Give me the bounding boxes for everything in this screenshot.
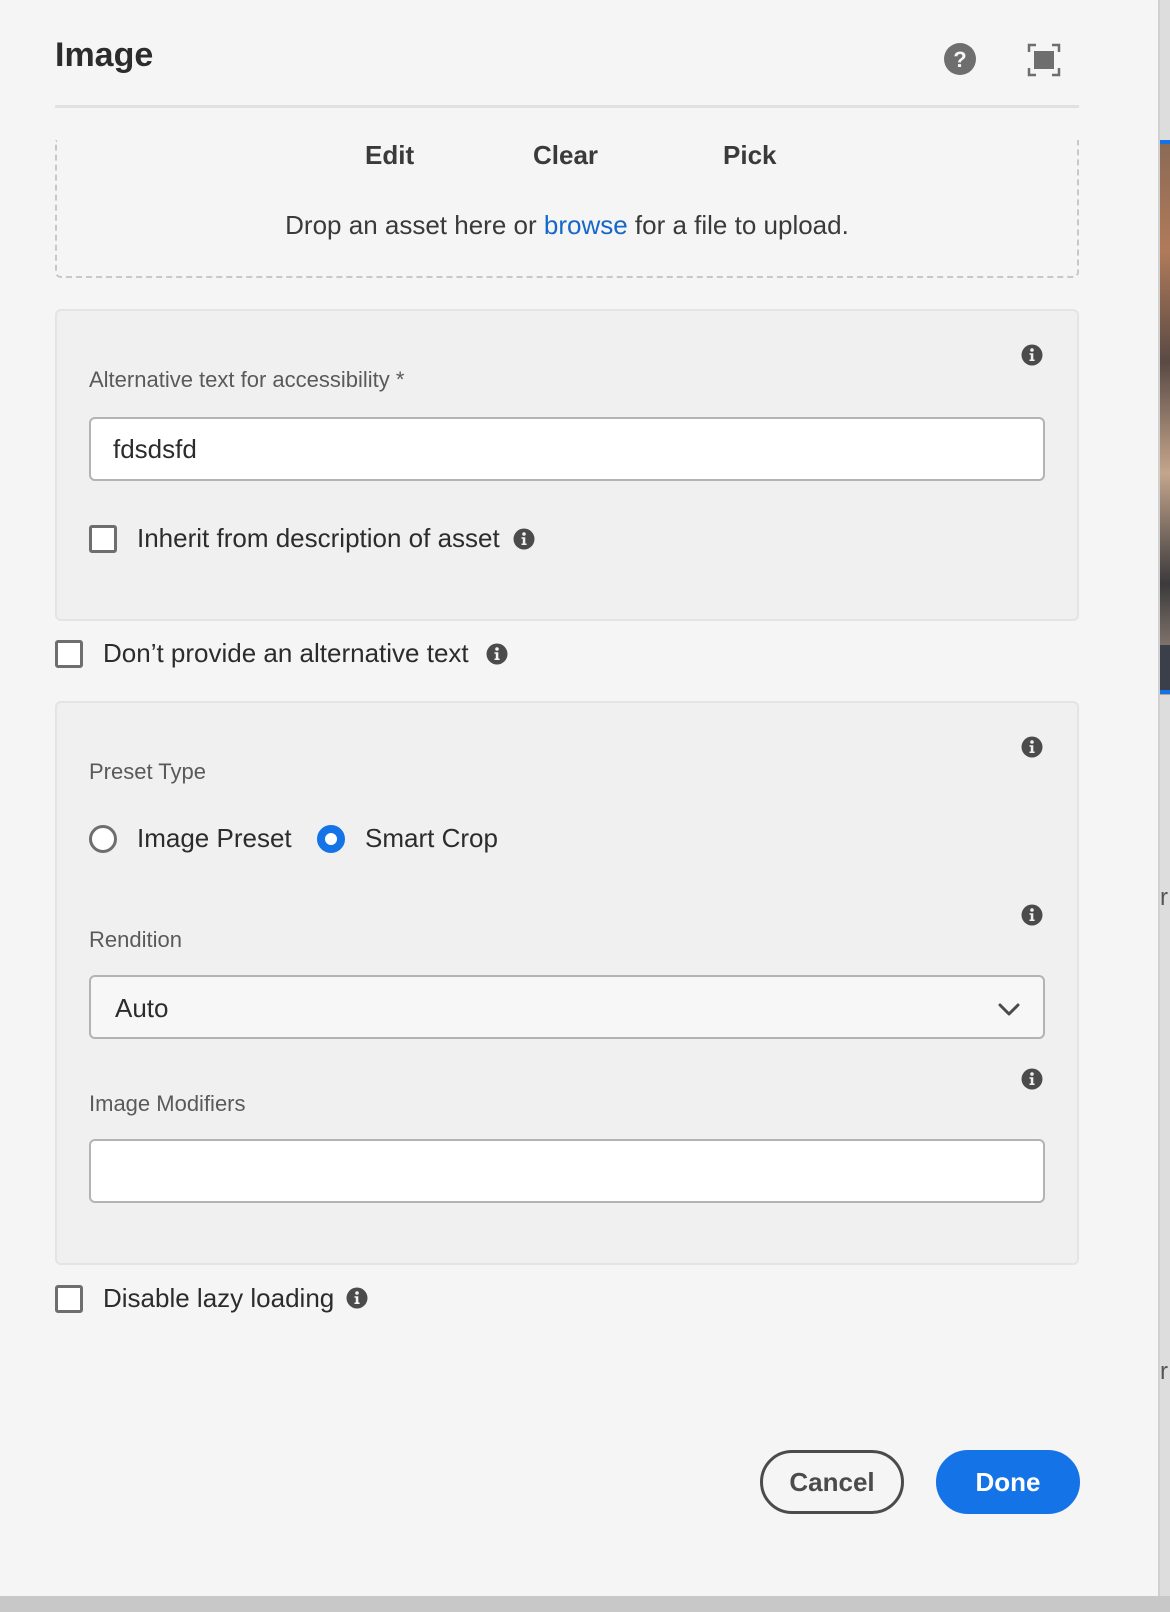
inherit-description-label[interactable]: Inherit from description of asset — [137, 523, 500, 554]
dropzone-text-after: for a file to upload. — [627, 210, 849, 240]
background-text-fragment: r — [1160, 1358, 1168, 1385]
info-icon[interactable] — [1021, 904, 1043, 926]
preset-panel: Preset Type Image Preset Smart Crop Rend… — [55, 701, 1079, 1265]
alt-text-input[interactable] — [89, 417, 1045, 481]
rendition-select[interactable]: Auto — [89, 975, 1045, 1039]
rendition-selected-value: Auto — [115, 993, 169, 1023]
asset-dropzone[interactable]: Edit Clear Pick Drop an asset here or br… — [55, 140, 1079, 278]
window-bottom-edge — [0, 1596, 1170, 1612]
info-icon[interactable] — [346, 1287, 368, 1309]
fullscreen-icon[interactable] — [1027, 43, 1061, 77]
info-icon[interactable] — [513, 528, 535, 550]
chevron-down-icon — [998, 1003, 1020, 1016]
image-preset-radio[interactable] — [89, 825, 117, 853]
image-dialog: Image ? Edit Clear Pick Drop an asset he… — [0, 0, 1160, 1596]
no-alt-text-label[interactable]: Don’t provide an alternative text — [103, 638, 469, 669]
preset-type-label: Preset Type — [89, 759, 206, 784]
dialog-title: Image — [55, 36, 154, 74]
pick-button[interactable]: Pick — [723, 140, 777, 171]
background-selection-top — [1160, 140, 1170, 144]
disable-lazy-loading-label[interactable]: Disable lazy loading — [103, 1283, 334, 1314]
dropzone-actions: Edit Clear Pick — [57, 140, 1077, 180]
dropzone-instructions: Drop an asset here or browse for a file … — [57, 210, 1077, 241]
smart-crop-radio[interactable] — [317, 825, 345, 853]
background-selection-bottom — [1160, 690, 1170, 694]
image-modifiers-label: Image Modifiers — [89, 1091, 246, 1116]
dialog-header: Image ? — [55, 30, 1079, 108]
dropzone-text-before: Drop an asset here or — [285, 210, 544, 240]
background-page: r r — [1160, 0, 1170, 1612]
alt-text-panel: Alternative text for accessibility * Inh… — [55, 309, 1079, 621]
browse-link[interactable]: browse — [544, 210, 628, 240]
disable-lazy-loading-checkbox[interactable] — [55, 1285, 83, 1313]
svg-text:?: ? — [953, 47, 966, 72]
background-text-fragment: r — [1160, 884, 1168, 911]
rendition-label: Rendition — [89, 927, 182, 952]
image-preset-label[interactable]: Image Preset — [137, 823, 292, 854]
background-image-dark-region — [1160, 645, 1170, 690]
image-modifiers-input[interactable] — [89, 1139, 1045, 1203]
inherit-description-checkbox[interactable] — [89, 525, 117, 553]
done-button[interactable]: Done — [936, 1450, 1080, 1514]
info-icon[interactable] — [1021, 1068, 1043, 1090]
info-icon[interactable] — [486, 643, 508, 665]
cancel-button[interactable]: Cancel — [760, 1450, 904, 1514]
info-icon[interactable] — [1021, 344, 1043, 366]
no-alt-text-checkbox[interactable] — [55, 640, 83, 668]
help-icon[interactable]: ? — [943, 42, 977, 76]
info-icon[interactable] — [1021, 736, 1043, 758]
edit-button[interactable]: Edit — [365, 140, 414, 171]
clear-button[interactable]: Clear — [533, 140, 598, 171]
smart-crop-label[interactable]: Smart Crop — [365, 823, 498, 854]
alt-text-label: Alternative text for accessibility * — [89, 367, 405, 392]
background-image — [1160, 140, 1170, 695]
